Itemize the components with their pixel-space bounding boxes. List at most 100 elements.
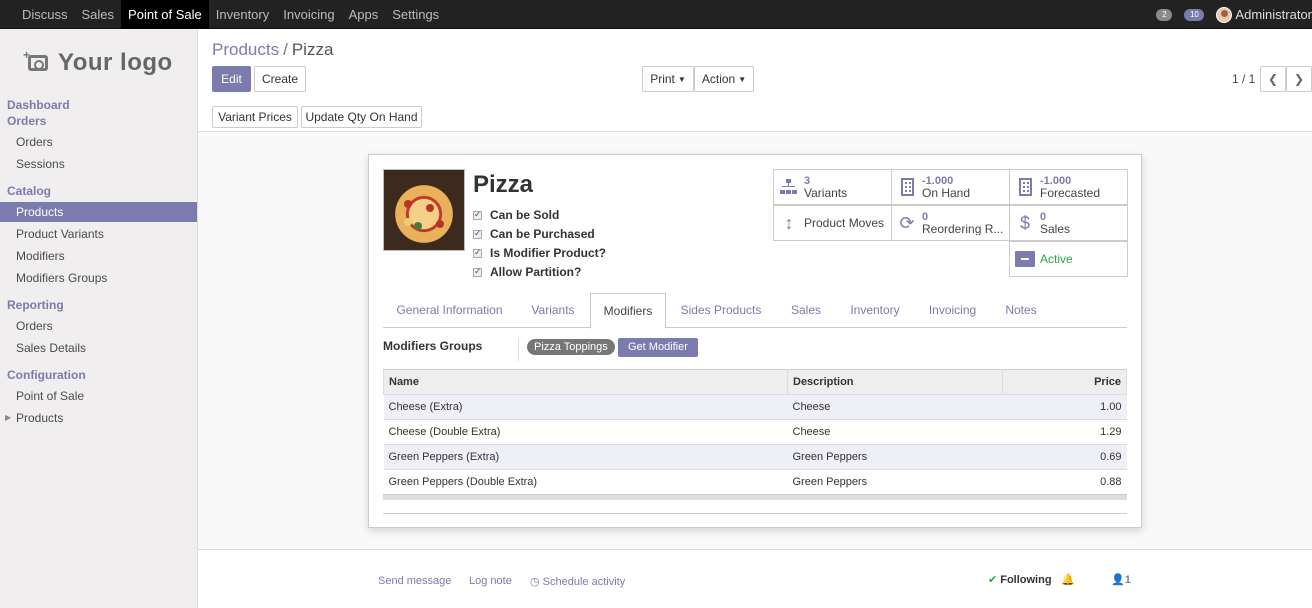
table-row[interactable]: Green Peppers (Extra) Green Peppers 0.69 <box>383 444 1127 470</box>
archive-icon <box>1010 251 1040 267</box>
activity-icon[interactable]: 10 <box>1184 8 1205 21</box>
edit-button[interactable]: Edit <box>212 66 251 92</box>
can-be-purchased-checkbox[interactable]: Can be Purchased <box>473 226 595 242</box>
forecasted-label: Forecasted <box>1040 186 1101 199</box>
breadcrumb-products[interactable]: Products <box>212 40 279 59</box>
systray: 2 10 Administrator <box>1156 0 1312 29</box>
get-modifier-button[interactable]: Get Modifier <box>618 338 698 357</box>
checkbox-label: Is Modifier Product? <box>490 246 607 260</box>
active-toggle-button[interactable]: Active <box>1009 241 1128 277</box>
table-row[interactable]: Green Peppers (Double Extra) Green Peppe… <box>383 469 1127 495</box>
print-dropdown[interactable]: Print ▼ <box>642 66 694 92</box>
following-button[interactable]: ✔ Following <box>988 573 1052 586</box>
app-menu: Discuss Sales Point of Sale Inventory In… <box>0 0 446 29</box>
schedule-activity-link[interactable]: ◷ Schedule activity <box>530 575 625 588</box>
checkbox-label: Allow Partition? <box>490 265 582 279</box>
cell-price: 1.29 <box>1002 419 1127 445</box>
sidebar-section-orders: Orders <box>7 114 47 128</box>
tab-sales[interactable]: Sales <box>776 293 836 328</box>
chat-count-badge: 2 <box>1156 8 1173 21</box>
caret-down-icon: ▼ <box>677 74 686 84</box>
print-label: Print <box>650 72 675 86</box>
column-header-price[interactable]: Price <box>1002 369 1127 395</box>
tab-invoicing[interactable]: Invoicing <box>914 293 991 328</box>
tab-inventory[interactable]: Inventory <box>836 293 914 328</box>
followers-count: 1 <box>1124 574 1131 586</box>
field-separator <box>518 337 519 361</box>
menu-settings[interactable]: Settings <box>385 0 446 29</box>
breadcrumb-current: Pizza <box>291 40 334 59</box>
table-row[interactable]: Cheese (Extra) Cheese 1.00 <box>383 394 1127 420</box>
breadcrumb-separator: / <box>283 40 288 59</box>
column-header-description[interactable]: Description <box>787 369 1003 395</box>
sidebar-item-product-variants[interactable]: Product Variants <box>0 224 197 244</box>
chat-icon[interactable]: 2 <box>1156 8 1173 21</box>
sidebar-item-label: Products <box>16 411 64 425</box>
followers-button[interactable]: 👤1 <box>1111 573 1131 586</box>
sidebar-item-modifiers[interactable]: Modifiers <box>0 246 197 266</box>
pizza-toppings-tag[interactable]: Pizza Toppings <box>527 339 615 355</box>
variant-prices-button[interactable]: Variant Prices <box>212 106 298 128</box>
variants-label: Variants <box>804 186 848 199</box>
user-icon: 👤 <box>1111 574 1125 586</box>
modifiers-groups-label: Modifiers Groups <box>383 339 483 353</box>
on-hand-label: On Hand <box>922 186 971 199</box>
product-moves-stat-button[interactable]: ↕ Product Moves <box>773 205 892 241</box>
sidebar-section-catalog: Catalog <box>7 184 52 198</box>
menu-inventory[interactable]: Inventory <box>209 0 276 29</box>
sidebar-section-dashboard[interactable]: Dashboard <box>7 98 70 112</box>
variants-stat-button[interactable]: 3 Variants <box>773 169 892 205</box>
table-header-row: Name Description Price <box>383 369 1127 395</box>
update-qty-button[interactable]: Update Qty On Hand <box>301 106 422 128</box>
menu-point-of-sale[interactable]: Point of Sale <box>121 0 209 29</box>
user-menu[interactable]: Administrator <box>1216 6 1312 23</box>
arrows-vertical-icon: ↕ <box>784 212 794 233</box>
product-image[interactable] <box>383 169 465 251</box>
tab-modifiers[interactable]: Modifiers <box>590 293 666 329</box>
bell-icon[interactable]: 🔔 <box>1061 573 1075 586</box>
pager-value[interactable]: 1 / 1 <box>1232 72 1255 86</box>
form-sheet: Pizza Can be Sold Can be Purchased Is Mo… <box>368 154 1142 528</box>
tab-sides-products[interactable]: Sides Products <box>666 293 776 328</box>
menu-sales[interactable]: Sales <box>75 0 122 29</box>
cell-price: 0.69 <box>1002 444 1127 470</box>
sidebar-item-report-orders[interactable]: Orders <box>0 316 197 336</box>
log-note-link[interactable]: Log note <box>469 575 512 587</box>
cell-description: Green Peppers <box>787 469 1003 495</box>
create-button[interactable]: Create <box>254 66 306 92</box>
table-row[interactable]: Cheese (Double Extra) Cheese 1.29 <box>383 419 1127 445</box>
caret-right-icon: ▶ <box>5 413 12 422</box>
on-hand-stat-button[interactable]: -1.000 On Hand <box>891 169 1010 205</box>
chevron-right-icon: ❯ <box>1293 72 1305 86</box>
column-header-name[interactable]: Name <box>383 369 788 395</box>
tab-variants[interactable]: Variants <box>516 293 590 328</box>
sidebar: Your logo Dashboard Orders Orders Sessio… <box>0 29 198 608</box>
sidebar-item-config-products[interactable]: ▶ Products <box>0 408 197 428</box>
send-message-link[interactable]: Send message <box>378 575 451 587</box>
cell-name: Green Peppers (Double Extra) <box>383 469 788 495</box>
company-logo[interactable]: Your logo <box>23 48 173 77</box>
action-dropdown[interactable]: Action ▼ <box>694 66 754 92</box>
sidebar-item-point-of-sale[interactable]: Point of Sale <box>0 386 197 406</box>
sidebar-item-sessions[interactable]: Sessions <box>0 154 197 174</box>
allow-partition-checkbox[interactable]: Allow Partition? <box>473 264 581 280</box>
following-label: Following <box>1000 574 1052 586</box>
reordering-rules-stat-button[interactable]: ⟳ 0 Reordering R... <box>891 205 1010 241</box>
dollar-icon: $ <box>1019 212 1030 233</box>
sidebar-item-sales-details[interactable]: Sales Details <box>0 338 197 358</box>
pager-next-button[interactable]: ❯ <box>1286 66 1312 92</box>
sidebar-item-products[interactable]: Products <box>0 202 197 222</box>
checkbox-icon <box>473 209 482 220</box>
tab-general-information[interactable]: General Information <box>383 293 516 328</box>
menu-invoicing[interactable]: Invoicing <box>276 0 341 29</box>
sidebar-item-orders[interactable]: Orders <box>0 132 197 152</box>
pager-previous-button[interactable]: ❮ <box>1260 66 1286 92</box>
sales-stat-button[interactable]: $ 0 Sales <box>1009 205 1128 241</box>
menu-apps[interactable]: Apps <box>342 0 386 29</box>
is-modifier-checkbox[interactable]: Is Modifier Product? <box>473 245 606 261</box>
sidebar-item-modifiers-groups[interactable]: Modifiers Groups <box>0 268 197 288</box>
can-be-sold-checkbox[interactable]: Can be Sold <box>473 207 559 223</box>
menu-discuss[interactable]: Discuss <box>0 0 75 29</box>
forecasted-stat-button[interactable]: -1.000 Forecasted <box>1009 169 1128 205</box>
tab-notes[interactable]: Notes <box>991 293 1051 328</box>
